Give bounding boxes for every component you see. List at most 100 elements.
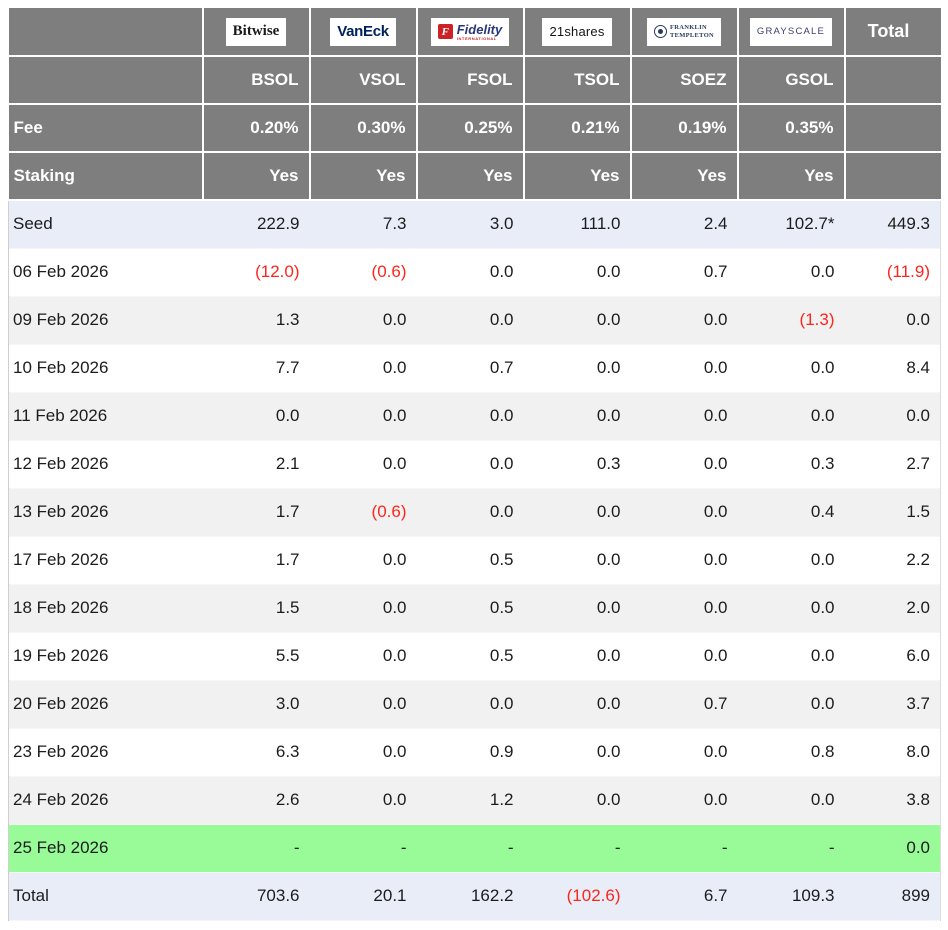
fee-gsol: 0.35% [738, 104, 845, 152]
ticker-total-empty [845, 56, 941, 104]
cell-soez: 0.0 [631, 392, 738, 440]
row-label: 13 Feb 2026 [9, 488, 203, 536]
cell-fsol: 0.0 [417, 392, 524, 440]
cell-soez: 0.0 [631, 344, 738, 392]
row-label: 20 Feb 2026 [9, 680, 203, 728]
cell-vsol: 0.0 [310, 728, 417, 776]
cell-vsol: 20.1 [310, 872, 417, 920]
cell-vsol: 0.0 [310, 632, 417, 680]
table-row: 06 Feb 2026 (12.0) (0.6) 0.0 0.0 0.7 0.0… [9, 248, 941, 296]
cell-bsol: 1.7 [203, 536, 310, 584]
cell-gsol: 0.0 [738, 392, 845, 440]
fee-row: Fee 0.20% 0.30% 0.25% 0.21% 0.19% 0.35% [9, 104, 941, 152]
row-label: 24 Feb 2026 [9, 776, 203, 824]
row-label: 09 Feb 2026 [9, 296, 203, 344]
cell-soez: 0.7 [631, 248, 738, 296]
cell-fsol: 0.0 [417, 296, 524, 344]
cell-gsol: - [738, 824, 845, 872]
cell-soez: 0.0 [631, 488, 738, 536]
cell-vsol: (0.6) [310, 248, 417, 296]
cell-tsol: 0.0 [524, 680, 631, 728]
fee-tsol: 0.21% [524, 104, 631, 152]
staking-row-label: Staking [9, 152, 203, 200]
21shares-logo: 21shares [542, 18, 611, 46]
cell-bsol: 6.3 [203, 728, 310, 776]
cell-bsol: 3.0 [203, 680, 310, 728]
cell-soez: 0.0 [631, 536, 738, 584]
cell-bsol: 1.7 [203, 488, 310, 536]
cell-gsol: 102.7* [738, 200, 845, 248]
cell-gsol: 0.0 [738, 344, 845, 392]
cell-tsol: 0.0 [524, 776, 631, 824]
cell-fsol: 162.2 [417, 872, 524, 920]
total-column-header: Total [845, 8, 941, 56]
fidelity-f-icon: F [438, 24, 453, 39]
cell-gsol: 0.0 [738, 536, 845, 584]
cell-bsol: 703.6 [203, 872, 310, 920]
row-label: 06 Feb 2026 [9, 248, 203, 296]
cell-gsol: 0.4 [738, 488, 845, 536]
cell-fsol: 0.7 [417, 344, 524, 392]
row-label: 17 Feb 2026 [9, 536, 203, 584]
cell-gsol: 0.3 [738, 440, 845, 488]
row-label: 11 Feb 2026 [9, 392, 203, 440]
ticker-soez: SOEZ [631, 56, 738, 104]
row-label: 10 Feb 2026 [9, 344, 203, 392]
grayscale-logo-cell: GRAYSCALE [738, 8, 845, 56]
cell-soez: 0.7 [631, 680, 738, 728]
cell-total: 3.8 [845, 776, 941, 824]
cell-gsol: (1.3) [738, 296, 845, 344]
table-row: 19 Feb 2026 5.5 0.0 0.5 0.0 0.0 0.0 6.0 [9, 632, 941, 680]
cell-gsol: 0.0 [738, 632, 845, 680]
cell-bsol: (12.0) [203, 248, 310, 296]
cell-total: 2.7 [845, 440, 941, 488]
cell-bsol: 7.7 [203, 344, 310, 392]
cell-total: 2.0 [845, 584, 941, 632]
ticker-fsol: FSOL [417, 56, 524, 104]
fee-soez: 0.19% [631, 104, 738, 152]
fee-total-empty [845, 104, 941, 152]
staking-vsol: Yes [310, 152, 417, 200]
table-row: Seed 222.9 7.3 3.0 111.0 2.4 102.7* 449.… [9, 200, 941, 248]
cell-total: 0.0 [845, 296, 941, 344]
page: Bitwise VanEck F Fidelity INTERNATIONAL [0, 0, 948, 929]
cell-tsol: 0.0 [524, 392, 631, 440]
cell-total: 449.3 [845, 200, 941, 248]
franklin-logo-cell: FRANKLIN TEMPLETON [631, 8, 738, 56]
cell-bsol: 2.6 [203, 776, 310, 824]
fee-row-label: Fee [9, 104, 203, 152]
cell-tsol: 0.0 [524, 584, 631, 632]
franklin-templeton-logo: FRANKLIN TEMPLETON [647, 18, 721, 46]
staking-total-empty [845, 152, 941, 200]
table-row: 12 Feb 2026 2.1 0.0 0.0 0.3 0.0 0.3 2.7 [9, 440, 941, 488]
fee-vsol: 0.30% [310, 104, 417, 152]
cell-bsol: 2.1 [203, 440, 310, 488]
cell-fsol: 0.5 [417, 632, 524, 680]
cell-total: 6.0 [845, 632, 941, 680]
row-label: 12 Feb 2026 [9, 440, 203, 488]
cell-total: (11.9) [845, 248, 941, 296]
ticker-vsol: VSOL [310, 56, 417, 104]
ticker-gsol: GSOL [738, 56, 845, 104]
cell-vsol: 0.0 [310, 584, 417, 632]
cell-tsol: 0.0 [524, 488, 631, 536]
cell-vsol: - [310, 824, 417, 872]
cell-total: 2.2 [845, 536, 941, 584]
cell-fsol: 1.2 [417, 776, 524, 824]
row-label: Total [9, 872, 203, 920]
table-row: 18 Feb 2026 1.5 0.0 0.5 0.0 0.0 0.0 2.0 [9, 584, 941, 632]
ticker-bsol: BSOL [203, 56, 310, 104]
etf-flows-table: Bitwise VanEck F Fidelity INTERNATIONAL [8, 8, 941, 921]
cell-bsol: 5.5 [203, 632, 310, 680]
cell-vsol: 0.0 [310, 440, 417, 488]
cell-tsol: (102.6) [524, 872, 631, 920]
staking-fsol: Yes [417, 152, 524, 200]
cell-tsol: 0.0 [524, 344, 631, 392]
cell-fsol: 0.5 [417, 584, 524, 632]
cell-tsol: - [524, 824, 631, 872]
cell-vsol: 0.0 [310, 536, 417, 584]
row-label: 19 Feb 2026 [9, 632, 203, 680]
cell-soez: 0.0 [631, 584, 738, 632]
cell-vsol: 0.0 [310, 296, 417, 344]
cell-gsol: 0.0 [738, 584, 845, 632]
